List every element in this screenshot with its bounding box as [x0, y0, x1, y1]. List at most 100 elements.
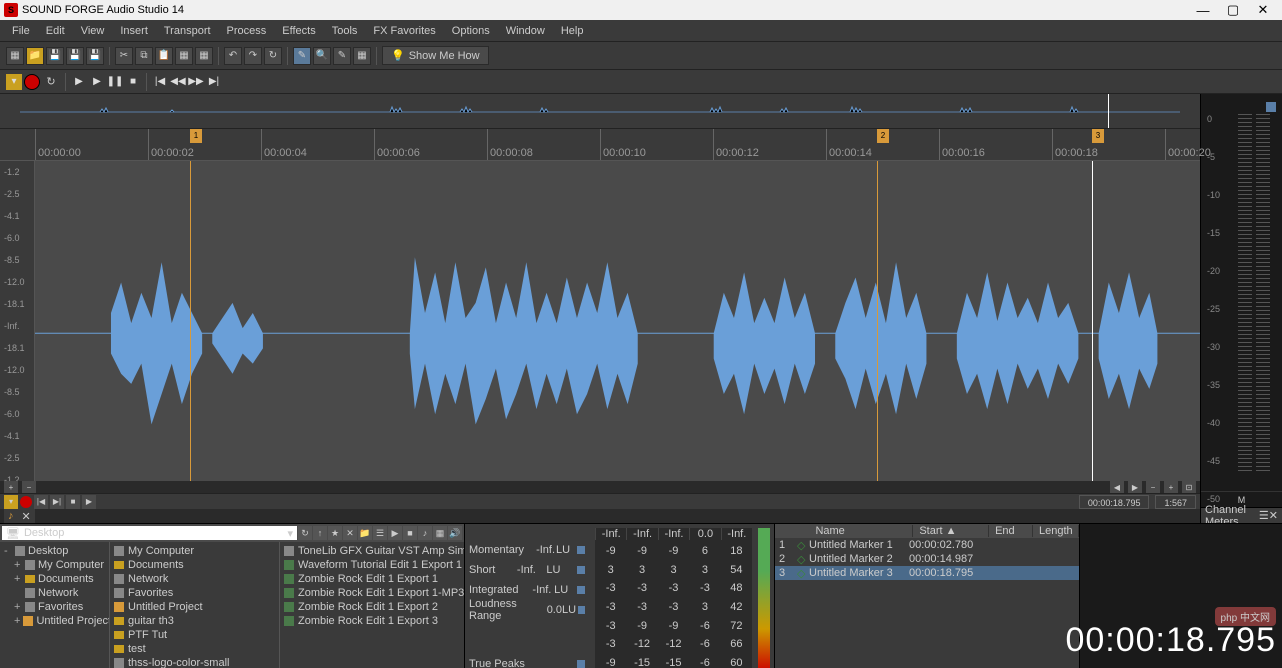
- meters-close-icon[interactable]: ✕: [1269, 509, 1278, 522]
- pencil-tool-button[interactable]: ✎: [333, 47, 351, 65]
- go-start-button[interactable]: |◀: [152, 74, 168, 90]
- list-item[interactable]: Zombie Rock Edit 1 Export 1-MP3: [282, 586, 462, 600]
- maximize-button[interactable]: ▢: [1218, 0, 1248, 20]
- repeat-button[interactable]: ↻: [264, 47, 282, 65]
- rewind-button[interactable]: ◀◀: [170, 74, 186, 90]
- menu-file[interactable]: File: [4, 23, 38, 39]
- preview-vol-button[interactable]: 🔊: [448, 526, 462, 540]
- menu-process[interactable]: Process: [219, 23, 275, 39]
- play-button[interactable]: ▶: [71, 74, 87, 90]
- open-button[interactable]: 📁: [26, 47, 44, 65]
- new-folder-button[interactable]: 📁: [358, 526, 372, 540]
- expand-icon[interactable]: -: [4, 545, 12, 557]
- minimize-button[interactable]: —: [1188, 0, 1218, 20]
- menu-transport[interactable]: Transport: [156, 23, 219, 39]
- list-item[interactable]: Untitled Project: [112, 600, 277, 614]
- doc-tab[interactable]: ♪ ✕: [4, 509, 35, 523]
- mini-stop-button[interactable]: ■: [66, 495, 80, 509]
- marker-2[interactable]: 2: [877, 129, 889, 143]
- meter-peak-box[interactable]: [1266, 102, 1276, 112]
- mini-go-end-button[interactable]: ▶|: [50, 495, 64, 509]
- zoom-in-v-button[interactable]: +: [4, 480, 18, 494]
- zoom-in-h-button[interactable]: +: [1164, 480, 1178, 494]
- tree-item[interactable]: +Favorites: [2, 600, 107, 614]
- stop-button[interactable]: ■: [125, 74, 141, 90]
- edit-tool-button[interactable]: ✎: [293, 47, 311, 65]
- mix-button[interactable]: ▦: [175, 47, 193, 65]
- mini-go-start-button[interactable]: |◀: [34, 495, 48, 509]
- tree-item[interactable]: +Untitled Project: [2, 614, 107, 628]
- markers-column-header[interactable]: End: [989, 525, 1033, 537]
- list-item[interactable]: Favorites: [112, 586, 277, 600]
- magnify-tool-button[interactable]: 🔍: [313, 47, 331, 65]
- waveform-view[interactable]: -1.2-2.5-4.1-6.0-8.5-12.0-18.1-Inf.-18.1…: [0, 161, 1200, 481]
- fav-button[interactable]: ★: [328, 526, 342, 540]
- preview-play-button[interactable]: ▶: [388, 526, 402, 540]
- region-button[interactable]: ▦: [433, 526, 447, 540]
- save-button[interactable]: 💾: [46, 47, 64, 65]
- redo-button[interactable]: ↷: [244, 47, 262, 65]
- del-button[interactable]: ✕: [343, 526, 357, 540]
- cut-button[interactable]: ✂: [115, 47, 133, 65]
- overview-waveform[interactable]: [0, 94, 1200, 129]
- menu-tools[interactable]: Tools: [324, 23, 366, 39]
- trim-button[interactable]: ▦: [195, 47, 213, 65]
- loop-button[interactable]: ↻: [42, 73, 60, 91]
- tree-item[interactable]: Network: [2, 586, 107, 600]
- menu-fx-favorites[interactable]: FX Favorites: [365, 23, 443, 39]
- menu-window[interactable]: Window: [498, 23, 553, 39]
- expand-icon[interactable]: +: [14, 601, 22, 613]
- transport-menu-icon[interactable]: ▾: [6, 74, 22, 90]
- record-button[interactable]: [24, 74, 40, 90]
- list-item[interactable]: Zombie Rock Edit 1 Export 1: [282, 572, 462, 586]
- zoom-out-h-button[interactable]: −: [1146, 480, 1160, 494]
- saveall-button[interactable]: 💾: [86, 47, 104, 65]
- mini-record-button[interactable]: [20, 496, 32, 508]
- marker-row[interactable]: 1◇Untitled Marker 100:00:02.780: [775, 538, 1079, 552]
- show-me-how-button[interactable]: 💡 Show Me How: [382, 46, 489, 65]
- marker-row[interactable]: 3◇Untitled Marker 300:00:18.795: [775, 566, 1079, 580]
- list-item[interactable]: My Computer: [112, 544, 277, 558]
- auto-play-button[interactable]: ♪: [418, 526, 432, 540]
- markers-column-header[interactable]: Length: [1033, 525, 1079, 537]
- zoom-ratio[interactable]: 1:567: [1155, 495, 1196, 509]
- go-end-button[interactable]: ▶|: [206, 74, 222, 90]
- up-button[interactable]: ↑: [313, 526, 327, 540]
- list-item[interactable]: test: [112, 642, 277, 656]
- saveas-button[interactable]: 💾: [66, 47, 84, 65]
- preview-stop-button[interactable]: ■: [403, 526, 417, 540]
- zoom-fit-button[interactable]: ⊡: [1182, 480, 1196, 494]
- menu-edit[interactable]: Edit: [38, 23, 73, 39]
- scroll-right-button[interactable]: ▶: [1128, 480, 1142, 494]
- list-item[interactable]: ToneLib GFX Guitar VST Amp Simulator: [282, 544, 462, 558]
- new-button[interactable]: ▦: [6, 47, 24, 65]
- scroll-left-button[interactable]: ◀: [1110, 480, 1124, 494]
- list-item[interactable]: PTF Tut: [112, 628, 277, 642]
- markers-column-header[interactable]: Start ▲: [913, 525, 989, 537]
- close-tab-icon[interactable]: ✕: [22, 510, 31, 523]
- undo-button[interactable]: ↶: [224, 47, 242, 65]
- expand-icon[interactable]: +: [14, 559, 22, 571]
- views-button[interactable]: ☰: [373, 526, 387, 540]
- list-item[interactable]: guitar th3: [112, 614, 277, 628]
- tree-item[interactable]: -Desktop: [2, 544, 107, 558]
- play-all-button[interactable]: ▶: [89, 74, 105, 90]
- menu-effects[interactable]: Effects: [274, 23, 323, 39]
- tree-item[interactable]: +Documents: [2, 572, 107, 586]
- event-tool-button[interactable]: ▦: [353, 47, 371, 65]
- mini-transport-menu[interactable]: ▾: [4, 495, 18, 509]
- meters-menu-icon[interactable]: ☰: [1259, 509, 1269, 522]
- menu-help[interactable]: Help: [553, 23, 592, 39]
- marker-row[interactable]: 2◇Untitled Marker 200:00:14.987: [775, 552, 1079, 566]
- list-item[interactable]: Network: [112, 572, 277, 586]
- cursor-time[interactable]: 00:00:18.795: [1079, 495, 1150, 509]
- forward-button[interactable]: ▶▶: [188, 74, 204, 90]
- markers-column-header[interactable]: Name: [809, 525, 913, 537]
- explorer-path[interactable]: 🖥 Desktop ▾: [2, 526, 297, 540]
- refresh-button[interactable]: ↻: [298, 526, 312, 540]
- list-item[interactable]: Zombie Rock Edit 1 Export 2: [282, 600, 462, 614]
- list-item[interactable]: Waveform Tutorial Edit 1 Export 1: [282, 558, 462, 572]
- menu-insert[interactable]: Insert: [112, 23, 156, 39]
- list-item[interactable]: Zombie Rock Edit 1 Export 3: [282, 614, 462, 628]
- dropdown-icon[interactable]: ▾: [287, 527, 293, 540]
